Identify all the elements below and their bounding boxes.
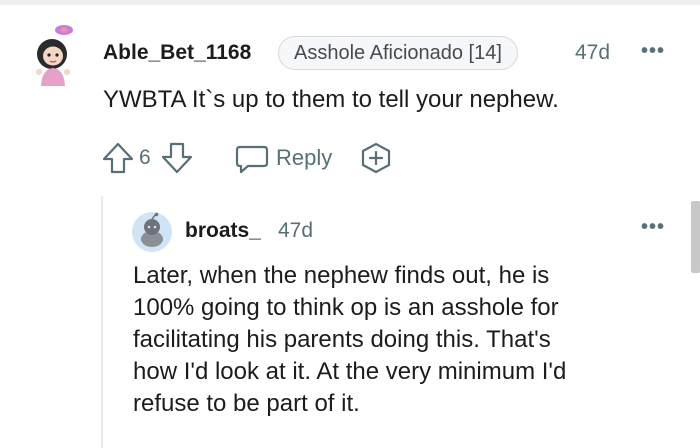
reply-age: 47d bbox=[278, 219, 314, 242]
reply-author[interactable]: broats_ bbox=[185, 219, 261, 243]
comment-author[interactable]: Able_Bet_1168 bbox=[103, 41, 251, 65]
user-avatar[interactable] bbox=[28, 24, 84, 88]
reply-button[interactable]: Reply bbox=[276, 145, 332, 171]
comment-body: YWBTA It`s up to them to tell your nephe… bbox=[103, 86, 559, 113]
reply-body-line: how I'd look at it. At the very minimum … bbox=[133, 358, 567, 385]
upvote-icon[interactable] bbox=[101, 141, 135, 175]
comment-age: 47d bbox=[575, 41, 611, 64]
thread-line[interactable] bbox=[101, 196, 103, 448]
more-options-icon[interactable]: ••• bbox=[641, 40, 665, 63]
scrollbar-thumb[interactable] bbox=[691, 201, 700, 273]
reply-body-line: Later, when the nephew finds out, he is bbox=[133, 262, 550, 289]
reply-body: Later, when the nephew finds out, he is … bbox=[133, 260, 663, 420]
reply-body-line: 100% going to think op is an asshole for bbox=[133, 294, 559, 321]
award-icon[interactable] bbox=[359, 141, 393, 175]
top-divider bbox=[0, 0, 700, 5]
user-flair: Asshole Aficionado [14] bbox=[278, 36, 518, 70]
vote-count: 6 bbox=[139, 146, 151, 169]
reply-avatar[interactable] bbox=[132, 212, 172, 252]
reply-icon[interactable] bbox=[235, 143, 269, 175]
reply-body-line: refuse to be part of it. bbox=[133, 390, 360, 417]
reply-body-line: facilitating his parents doing this. Tha… bbox=[133, 326, 551, 353]
downvote-icon[interactable] bbox=[160, 141, 194, 175]
reply-more-options-icon[interactable]: ••• bbox=[641, 216, 665, 239]
